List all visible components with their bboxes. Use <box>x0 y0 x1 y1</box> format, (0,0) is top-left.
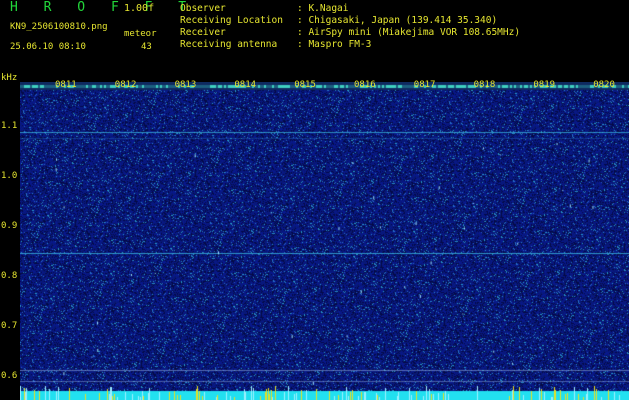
x-tick-label: 0818 <box>473 80 496 90</box>
x-tick-label: 0813 <box>174 80 197 90</box>
image-filename: KN9_2506100810.png <box>10 22 108 32</box>
y-axis: 1.1 1.0 0.9 0.8 0.7 0.6 <box>0 82 20 400</box>
x-tick-label: 0820 <box>593 80 615 90</box>
x-tick-label: 0816 <box>354 80 376 90</box>
meteor-count-value: 43 <box>141 42 152 52</box>
receiver-value: : AirSpy mini (Miakejima VOR 108.65MHz) <box>297 27 521 38</box>
x-tick-label: 0814 <box>234 80 257 90</box>
y-tick-label: 0.6 <box>1 371 18 381</box>
y-tick-label: 1.1 <box>1 121 18 131</box>
y-tick-label: 0.9 <box>1 221 18 231</box>
app-version: 1.00f <box>124 3 155 14</box>
observer-value: : K.Nagai <box>297 3 349 14</box>
capture-datetime: 25.06.10 08:10 <box>10 42 86 52</box>
antenna-label: Receiving antenna <box>180 39 278 50</box>
x-tick-label: 0811 <box>55 80 77 90</box>
app-brand: H R O F F T <box>10 0 196 15</box>
x-tick-label: 0817 <box>413 80 436 90</box>
y-tick-label: 0.7 <box>1 321 18 331</box>
y-tick-label: 1.0 <box>1 171 18 181</box>
receiver-label: Receiver <box>180 27 226 38</box>
location-label: Receiving Location <box>180 15 283 26</box>
x-tick-label: 0812 <box>114 80 137 90</box>
spectrogram-canvas <box>20 82 629 400</box>
x-tick-label: 0819 <box>533 80 556 90</box>
meteor-count-label: meteor <box>124 29 157 39</box>
header-panel: H R O F F T 1.00f KN9_2506100810.png 25.… <box>0 0 629 82</box>
observer-label: Observer <box>180 3 226 14</box>
antenna-value: : Maspro FM-3 <box>297 39 372 50</box>
x-tick-label: 0815 <box>294 80 316 90</box>
y-tick-label: 0.8 <box>1 271 18 281</box>
location-value: : Chigasaki, Japan (139.414 35.340) <box>297 15 498 26</box>
